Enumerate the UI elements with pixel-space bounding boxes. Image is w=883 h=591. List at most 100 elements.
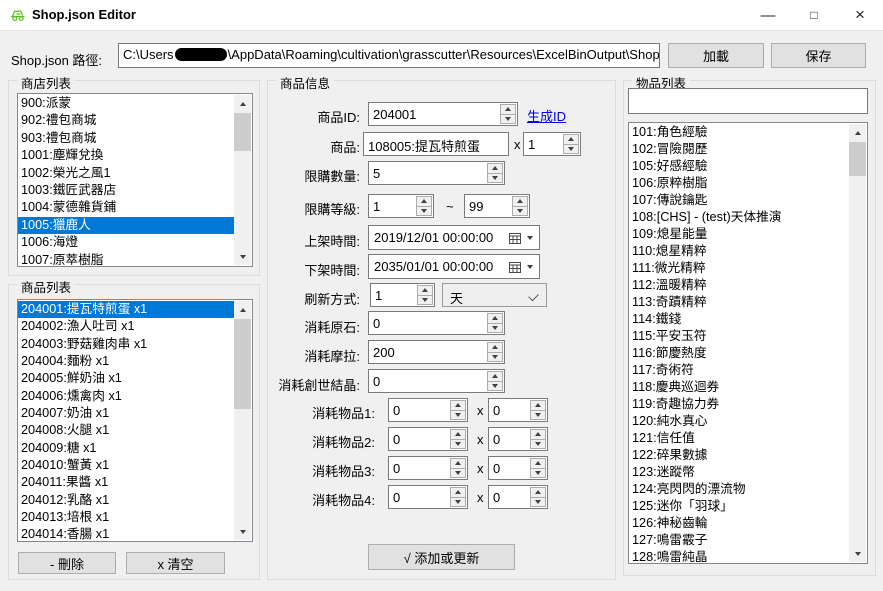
close-icon[interactable]: × — [837, 0, 883, 30]
delete-product-button[interactable]: - 刪除 — [18, 552, 116, 574]
item-list-scrollbar[interactable] — [849, 124, 866, 562]
spin-up-icon[interactable] — [450, 487, 466, 498]
item-listbox[interactable]: 101:角色經驗102:冒險閱歷105:好感經驗106:原粹樹脂107:傳說鑰匙… — [628, 122, 868, 564]
calendar-icon[interactable] — [509, 261, 521, 273]
list-item[interactable]: 115:平安玉符 — [629, 328, 849, 345]
spin-down-icon[interactable] — [487, 324, 503, 334]
list-item[interactable]: 204003:野菇雞肉串 x1 — [18, 336, 234, 353]
list-item[interactable]: 204009:糖 x1 — [18, 440, 234, 457]
spin-down-icon[interactable] — [487, 353, 503, 363]
list-item[interactable]: 114:鐵錢 — [629, 311, 849, 328]
level-max-input[interactable]: 99 — [464, 194, 530, 218]
spin-down-icon[interactable] — [563, 145, 579, 155]
list-item[interactable]: 1002:榮光之風1 — [18, 165, 234, 182]
spin-up-icon[interactable] — [416, 196, 432, 207]
list-item[interactable]: 113:奇蹟精粹 — [629, 294, 849, 311]
add-or-update-button[interactable]: √ 添加或更新 — [368, 544, 515, 570]
list-item[interactable]: 204001:提瓦特煎蛋 x1 — [18, 301, 234, 318]
list-item[interactable]: 127:鳴雷霰子 — [629, 532, 849, 549]
list-item[interactable]: 121:信任值 — [629, 430, 849, 447]
spin-up-icon[interactable] — [563, 134, 579, 145]
list-item[interactable]: 106:原粹樹脂 — [629, 175, 849, 192]
dropdown-arrow-icon[interactable] — [527, 236, 533, 240]
list-item[interactable]: 204006:燻禽肉 x1 — [18, 388, 234, 405]
list-item[interactable]: 110:熄星精粹 — [629, 243, 849, 260]
spin-down-icon[interactable] — [450, 498, 466, 508]
cost-crystal-input[interactable]: 0 — [368, 369, 505, 393]
cost-item1-id-input[interactable]: 0 — [388, 398, 468, 422]
spin-up-icon[interactable] — [512, 196, 528, 207]
cost-item4-count-input[interactable]: 0 — [488, 485, 548, 509]
spin-up-icon[interactable] — [417, 285, 433, 296]
clear-products-button[interactable]: x 清空 — [126, 552, 225, 574]
spin-down-icon[interactable] — [487, 174, 503, 184]
list-item[interactable]: 902:禮包商城 — [18, 112, 234, 129]
list-item[interactable]: 126:神秘齒輪 — [629, 515, 849, 532]
generate-id-link[interactable]: 生成ID — [527, 106, 566, 125]
product-listbox[interactable]: 204001:提瓦特煎蛋 x1204002:漁人吐司 x1204003:野菇雞肉… — [17, 299, 253, 542]
spin-up-icon[interactable] — [500, 104, 516, 115]
spin-down-icon[interactable] — [450, 440, 466, 450]
spin-up-icon[interactable] — [530, 400, 546, 411]
scroll-thumb[interactable] — [234, 319, 251, 409]
spin-up-icon[interactable] — [487, 163, 503, 174]
cost-item4-id-input[interactable]: 0 — [388, 485, 468, 509]
list-item[interactable]: 119:奇趣協力券 — [629, 396, 849, 413]
dropdown-arrow-icon[interactable] — [527, 265, 533, 269]
list-item[interactable]: 120:純水真心 — [629, 413, 849, 430]
list-item[interactable]: 1006:海燈 — [18, 234, 234, 251]
shop-listbox[interactable]: 900:派蒙902:禮包商城903:禮包商城1001:塵輝兌換1002:榮光之風… — [17, 93, 253, 267]
spin-down-icon[interactable] — [416, 207, 432, 217]
spin-up-icon[interactable] — [450, 429, 466, 440]
list-item[interactable]: 903:禮包商城 — [18, 130, 234, 147]
list-item[interactable]: 900:派蒙 — [18, 95, 234, 112]
list-item[interactable]: 1001:塵輝兌換 — [18, 147, 234, 164]
spin-down-icon[interactable] — [512, 207, 528, 217]
cost-mora-input[interactable]: 200 — [368, 340, 505, 364]
list-item[interactable]: 204002:漁人吐司 x1 — [18, 318, 234, 335]
list-item[interactable]: 204004:麵粉 x1 — [18, 353, 234, 370]
scroll-down-icon[interactable] — [849, 545, 866, 562]
level-min-input[interactable]: 1 — [368, 194, 434, 218]
end-time-picker[interactable]: 2035/01/01 00:00:00 — [368, 254, 540, 279]
scroll-thumb[interactable] — [849, 142, 866, 176]
cost-item3-id-input[interactable]: 0 — [388, 456, 468, 480]
list-item[interactable]: 107:傳說鑰匙 — [629, 192, 849, 209]
scroll-up-icon[interactable] — [234, 301, 251, 318]
list-item[interactable]: 204008:火腿 x1 — [18, 422, 234, 439]
list-item[interactable]: 125:迷你「羽球」 — [629, 498, 849, 515]
spin-up-icon[interactable] — [530, 487, 546, 498]
list-item[interactable]: 116:節慶熱度 — [629, 345, 849, 362]
spin-down-icon[interactable] — [500, 115, 516, 125]
list-item[interactable]: 118:慶典巡迴券 — [629, 379, 849, 396]
maximize-icon[interactable]: □ — [791, 0, 837, 30]
spin-down-icon[interactable] — [450, 411, 466, 421]
spin-up-icon[interactable] — [530, 429, 546, 440]
load-button[interactable]: 加載 — [668, 43, 764, 68]
goods-id-input[interactable]: 204001 — [368, 102, 518, 126]
cost-item2-id-input[interactable]: 0 — [388, 427, 468, 451]
spin-up-icon[interactable] — [487, 313, 503, 324]
list-item[interactable]: 204013:培根 x1 — [18, 509, 234, 526]
start-time-picker[interactable]: 2019/12/01 00:00:00 — [368, 225, 540, 250]
spin-down-icon[interactable] — [530, 498, 546, 508]
list-item[interactable]: 123:迷蹤幣 — [629, 464, 849, 481]
list-item[interactable]: 204007:奶油 x1 — [18, 405, 234, 422]
goods-count-input[interactable]: 1 — [523, 132, 581, 156]
scroll-down-icon[interactable] — [234, 248, 251, 265]
list-item[interactable]: 1004:蒙德雜貨鋪 — [18, 199, 234, 216]
spin-up-icon[interactable] — [487, 371, 503, 382]
calendar-icon[interactable] — [509, 232, 521, 244]
list-item[interactable]: 1005:獵鹿人 — [18, 217, 234, 234]
spin-up-icon[interactable] — [487, 342, 503, 353]
list-item[interactable]: 111:微光精粹 — [629, 260, 849, 277]
list-item[interactable]: 204010:蟹黃 x1 — [18, 457, 234, 474]
scroll-up-icon[interactable] — [234, 95, 251, 112]
list-item[interactable]: 102:冒險閱歷 — [629, 141, 849, 158]
list-item[interactable]: 112:溫暖精粹 — [629, 277, 849, 294]
cost-primogem-input[interactable]: 0 — [368, 311, 505, 335]
list-item[interactable]: 204011:果醬 x1 — [18, 474, 234, 491]
list-item[interactable]: 105:好感經驗 — [629, 158, 849, 175]
minimize-icon[interactable]: — — [745, 0, 791, 30]
product-list-scrollbar[interactable] — [234, 301, 251, 540]
